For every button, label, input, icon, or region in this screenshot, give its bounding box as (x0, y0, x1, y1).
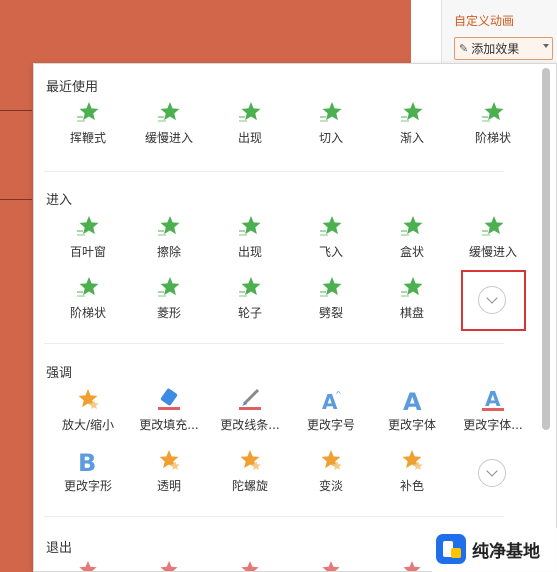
font-size-icon: A ^ (317, 386, 345, 414)
effect-item[interactable]: 盒状 (370, 213, 454, 261)
effect-item[interactable]: B 更改字形 (46, 447, 130, 495)
expand-more-button[interactable] (478, 286, 506, 314)
svg-text:^: ^ (335, 390, 342, 399)
star-entrance-icon (398, 99, 426, 127)
dropdown-arrow-icon (543, 44, 549, 48)
effect-item[interactable]: 补色 (370, 447, 454, 495)
effect-item[interactable]: 棋盘 (370, 274, 454, 322)
star-entrance-icon (155, 213, 183, 241)
pen-line-icon (236, 386, 264, 414)
pencil-icon: ✎ (459, 42, 469, 55)
effect-item[interactable]: 陀螺旋 (208, 447, 292, 495)
star-entrance-icon (398, 213, 426, 241)
effect-item[interactable]: A ^ 更改字号 (289, 386, 373, 434)
effect-item[interactable]: 更改填充... (127, 386, 211, 434)
watermark: 纯净基地 (432, 528, 557, 572)
effect-gallery-popup: 最近使用 挥鞭式 缓慢进入 出现 切入 渐入 阶梯状 进入 百叶窗 擦除 出现 … (33, 63, 557, 572)
star-entrance-icon (236, 274, 264, 302)
effect-item[interactable]: 阶梯状 (451, 99, 535, 147)
add-effect-label: 添加效果 (471, 42, 520, 56)
svg-text:B: B (78, 449, 96, 475)
slide-guide-line (0, 110, 32, 111)
effect-item[interactable]: 变淡 (289, 447, 373, 495)
star-entrance-icon (74, 213, 102, 241)
star-entrance-icon (236, 213, 264, 241)
star-entrance-icon (479, 99, 507, 127)
star-entrance-icon (317, 213, 345, 241)
effect-item[interactable]: 轮子 (208, 274, 292, 322)
effect-item[interactable]: A 更改字体... (451, 386, 535, 434)
section-title-exit: 退出 (46, 541, 73, 556)
star-emphasis-icon (155, 447, 183, 475)
star-exit-icon (398, 558, 426, 571)
star-emphasis-icon (398, 447, 426, 475)
star-emphasis-icon (317, 447, 345, 475)
star-exit-icon (236, 558, 264, 571)
star-entrance-icon (479, 213, 507, 241)
svg-text:A: A (485, 387, 501, 411)
star-entrance-icon (155, 274, 183, 302)
star-entrance-icon (317, 274, 345, 302)
star-emphasis-icon (74, 386, 102, 414)
section-title-emphasis: 强调 (46, 366, 73, 381)
font-color-icon: A (479, 386, 507, 414)
section-title-recent: 最近使用 (46, 80, 99, 95)
star-exit-icon (317, 558, 345, 571)
effect-item[interactable]: 阶梯状 (46, 274, 130, 322)
section-divider (44, 343, 504, 344)
effect-item[interactable]: 渐入 (370, 99, 454, 147)
scrollbar-thumb[interactable] (542, 68, 550, 430)
effect-item[interactable]: 劈裂 (289, 274, 373, 322)
star-exit-icon (74, 558, 102, 571)
watermark-logo-icon (436, 534, 466, 564)
effect-item[interactable]: 擦除 (127, 213, 211, 261)
pane-title: 自定义动画 (454, 14, 515, 28)
star-entrance-icon (398, 274, 426, 302)
effect-item[interactable]: 缓慢进入 (127, 99, 211, 147)
effect-item[interactable]: 出现 (208, 99, 292, 147)
fill-bucket-icon (155, 386, 183, 414)
star-entrance-icon (74, 274, 102, 302)
font-letter-icon: A (398, 386, 426, 416)
star-emphasis-icon (236, 447, 264, 475)
section-divider (44, 171, 504, 172)
svg-text:A: A (403, 388, 422, 414)
effect-item[interactable]: 飞入 (289, 213, 373, 261)
effect-item[interactable]: 透明 (127, 447, 211, 495)
star-entrance-icon (236, 99, 264, 127)
star-exit-icon (155, 558, 183, 571)
section-divider (44, 516, 504, 517)
effect-item[interactable]: A 更改字体 (370, 386, 454, 434)
watermark-text: 纯净基地 (472, 542, 540, 562)
effect-item[interactable]: 挥鞭式 (46, 99, 130, 147)
effect-item[interactable]: 出现 (208, 213, 292, 261)
star-entrance-icon (74, 99, 102, 127)
effect-item[interactable]: 切入 (289, 99, 373, 147)
effect-item[interactable]: 菱形 (127, 274, 211, 322)
font-bold-icon: B (74, 447, 102, 477)
expand-more-button[interactable] (478, 459, 506, 487)
effect-item[interactable]: 更改线条... (208, 386, 292, 434)
star-entrance-icon (317, 99, 345, 127)
effect-item[interactable]: 放大/缩小 (46, 386, 130, 434)
effect-item[interactable]: 百叶窗 (46, 213, 130, 261)
slide-guide-line (0, 199, 32, 200)
star-entrance-icon (155, 99, 183, 127)
add-effect-button[interactable]: ✎ 添加效果 (454, 37, 553, 60)
section-title-entrance: 进入 (46, 193, 73, 208)
effect-item[interactable]: 缓慢进入 (451, 213, 535, 261)
